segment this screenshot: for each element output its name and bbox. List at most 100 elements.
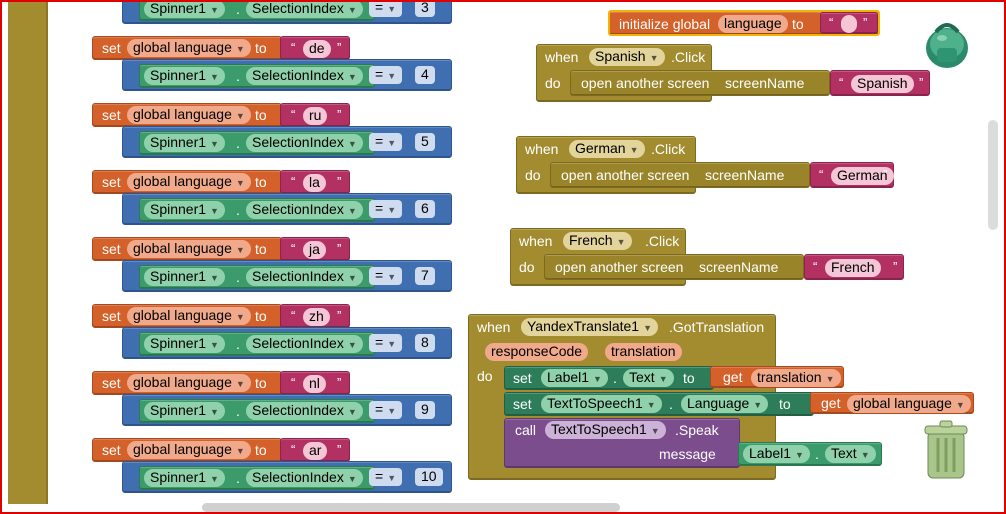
spinner-dropdown[interactable]: Spinner1 ▼ [144, 335, 225, 353]
open-another-screen-block[interactable]: open another screen screenName [570, 70, 830, 96]
selection-index-dropdown[interactable]: SelectionIndex ▼ [246, 201, 363, 219]
speak-component-dropdown[interactable]: TextToSpeech1 ▼ [545, 421, 666, 439]
spinner-getter[interactable]: Spinner1 ▼. SelectionIndex ▼ [139, 332, 375, 356]
init-var-name[interactable]: language [718, 15, 788, 33]
spinner-dropdown[interactable]: Spinner1 ▼ [144, 268, 225, 286]
spinner-getter[interactable]: Spinner1 ▼. SelectionIndex ▼ [139, 64, 375, 88]
compare-block[interactable]: Spinner1 ▼. SelectionIndex ▼ = ▼ 5 [122, 126, 452, 158]
global-var-dropdown[interactable]: global language ▼ [127, 240, 251, 258]
spinner-dropdown[interactable]: Spinner1 ▼ [144, 201, 225, 219]
selection-index-dropdown[interactable]: SelectionIndex ▼ [246, 335, 363, 353]
screen-name-text-block[interactable]: “German” [810, 162, 894, 188]
compare-block[interactable]: Spinner1 ▼. SelectionIndex ▼ = ▼ 4 [122, 59, 452, 91]
compare-block[interactable]: Spinner1 ▼. SelectionIndex ▼ = ▼ 6 [122, 193, 452, 225]
open-another-screen-block[interactable]: open another screen screenName [550, 162, 810, 188]
empty-text-value[interactable] [841, 15, 857, 33]
label1-getter-dropdown[interactable]: Label1 ▼ [743, 445, 810, 463]
compare-block[interactable]: Spinner1 ▼. SelectionIndex ▼ = ▼ 10 [122, 461, 452, 493]
operator-dropdown[interactable]: = ▼ [369, 133, 403, 151]
language-text-block[interactable]: “nl” [280, 371, 350, 395]
number-value[interactable]: 7 [415, 267, 435, 285]
language-text-block[interactable]: “zh” [280, 304, 350, 328]
event-component-dropdown[interactable]: French ▼ [563, 232, 632, 250]
screen-name-text-block[interactable]: “Spanish” [830, 70, 930, 96]
event-component-dropdown[interactable]: YandexTranslate1 ▼ [521, 318, 658, 336]
get-global-language-block[interactable]: get global language ▼ [810, 392, 974, 414]
set-global-language-block[interactable]: set global language ▼ to [92, 304, 282, 328]
operator-dropdown[interactable]: = ▼ [369, 334, 403, 352]
selection-index-dropdown[interactable]: SelectionIndex ▼ [246, 2, 363, 18]
selection-index-dropdown[interactable]: SelectionIndex ▼ [246, 402, 363, 420]
number-value[interactable]: 3 [415, 2, 435, 17]
global-var-dropdown[interactable]: global language ▼ [127, 441, 251, 459]
language-text-block[interactable]: “ja” [280, 237, 350, 261]
spinner-getter[interactable]: Spinner1 ▼. SelectionIndex ▼ [139, 2, 375, 21]
number-value[interactable]: 4 [415, 66, 435, 84]
compare-block[interactable]: Spinner1 ▼. SelectionIndex ▼ = ▼ 9 [122, 394, 452, 426]
text-prop-dropdown[interactable]: Text ▼ [623, 369, 674, 387]
operator-dropdown[interactable]: = ▼ [369, 200, 403, 218]
screen-name-value[interactable]: Spanish [851, 75, 914, 93]
language-prop-dropdown[interactable]: Language ▼ [681, 395, 769, 413]
operator-dropdown[interactable]: = ▼ [369, 267, 403, 285]
if-block-spine[interactable] [8, 2, 46, 504]
global-var-dropdown[interactable]: global language ▼ [127, 106, 251, 124]
operator-dropdown[interactable]: = ▼ [369, 66, 403, 84]
spinner-getter[interactable]: Spinner1 ▼. SelectionIndex ▼ [139, 399, 375, 423]
language-text-block[interactable]: “ru” [280, 103, 350, 127]
spinner-getter[interactable]: Spinner1 ▼. SelectionIndex ▼ [139, 131, 375, 155]
number-value[interactable]: 10 [415, 468, 443, 486]
call-speak-block[interactable]: call TextToSpeech1 ▼ .Speak message [504, 418, 740, 468]
blocks-workspace[interactable]: else if Spinner1 ▼. SelectionIndex ▼ = ▼ 3 then s… [0, 0, 1006, 514]
get-global-var-dropdown[interactable]: global language ▼ [847, 395, 971, 413]
language-code[interactable]: ar [303, 442, 328, 460]
spinner-dropdown[interactable]: Spinner1 ▼ [144, 402, 225, 420]
number-value[interactable]: 9 [415, 401, 435, 419]
operator-dropdown[interactable]: = ▼ [369, 2, 403, 17]
set-global-language-block[interactable]: set global language ▼ to [92, 170, 282, 194]
spinner-dropdown[interactable]: Spinner1 ▼ [144, 134, 225, 152]
language-code[interactable]: ru [303, 107, 328, 125]
horizontal-scrollbar[interactable] [202, 503, 620, 512]
language-code[interactable]: nl [303, 375, 326, 393]
compare-block[interactable]: Spinner1 ▼. SelectionIndex ▼ = ▼ 8 [122, 327, 452, 359]
language-text-block[interactable]: “la” [280, 170, 350, 194]
vertical-scrollbar[interactable] [988, 120, 998, 230]
event-component-dropdown[interactable]: Spanish ▼ [589, 48, 665, 66]
set-global-language-block[interactable]: set global language ▼ to [92, 237, 282, 261]
language-code[interactable]: ja [303, 241, 326, 259]
screen-name-value[interactable]: French [825, 259, 881, 277]
label1-dropdown[interactable]: Label1 ▼ [541, 369, 608, 387]
text-getter-dropdown[interactable]: Text ▼ [825, 445, 876, 463]
open-another-screen-block[interactable]: open another screen screenName [544, 254, 804, 280]
backpack-icon[interactable] [920, 18, 974, 70]
spinner-dropdown[interactable]: Spinner1 ▼ [144, 2, 225, 18]
language-code[interactable]: de [303, 40, 331, 58]
spinner-getter[interactable]: Spinner1 ▼. SelectionIndex ▼ [139, 265, 375, 289]
set-label-text-block[interactable]: set Label1 ▼ . Text ▼ to [504, 366, 714, 390]
number-value[interactable]: 6 [415, 200, 435, 218]
operator-dropdown[interactable]: = ▼ [369, 468, 403, 486]
trash-icon[interactable] [922, 420, 970, 482]
param-translation[interactable]: translation [605, 343, 682, 361]
selection-index-dropdown[interactable]: SelectionIndex ▼ [246, 268, 363, 286]
spinner-dropdown[interactable]: Spinner1 ▼ [144, 67, 225, 85]
compare-block[interactable]: Spinner1 ▼. SelectionIndex ▼ = ▼ 3 [122, 2, 452, 24]
selection-index-dropdown[interactable]: SelectionIndex ▼ [246, 469, 363, 487]
set-global-language-block[interactable]: set global language ▼ to [92, 438, 282, 462]
number-value[interactable]: 5 [415, 133, 435, 151]
global-var-dropdown[interactable]: global language ▼ [127, 307, 251, 325]
compare-block[interactable]: Spinner1 ▼. SelectionIndex ▼ = ▼ 7 [122, 260, 452, 292]
selection-index-dropdown[interactable]: SelectionIndex ▼ [246, 134, 363, 152]
operator-dropdown[interactable]: = ▼ [369, 401, 403, 419]
global-var-dropdown[interactable]: global language ▼ [127, 374, 251, 392]
get-translation-block[interactable]: get translation ▼ [710, 366, 844, 388]
screen-name-text-block[interactable]: “French” [804, 254, 904, 280]
spinner-getter[interactable]: Spinner1 ▼. SelectionIndex ▼ [139, 466, 375, 490]
set-tts-language-block[interactable]: set TextToSpeech1 ▼ . Language ▼ to [504, 392, 814, 416]
initialize-global-block[interactable]: initialize global language to “ ” [608, 10, 880, 36]
event-component-dropdown[interactable]: German ▼ [569, 140, 645, 158]
global-var-dropdown[interactable]: global language ▼ [127, 39, 251, 57]
spinner-dropdown[interactable]: Spinner1 ▼ [144, 469, 225, 487]
language-code[interactable]: zh [303, 308, 330, 326]
